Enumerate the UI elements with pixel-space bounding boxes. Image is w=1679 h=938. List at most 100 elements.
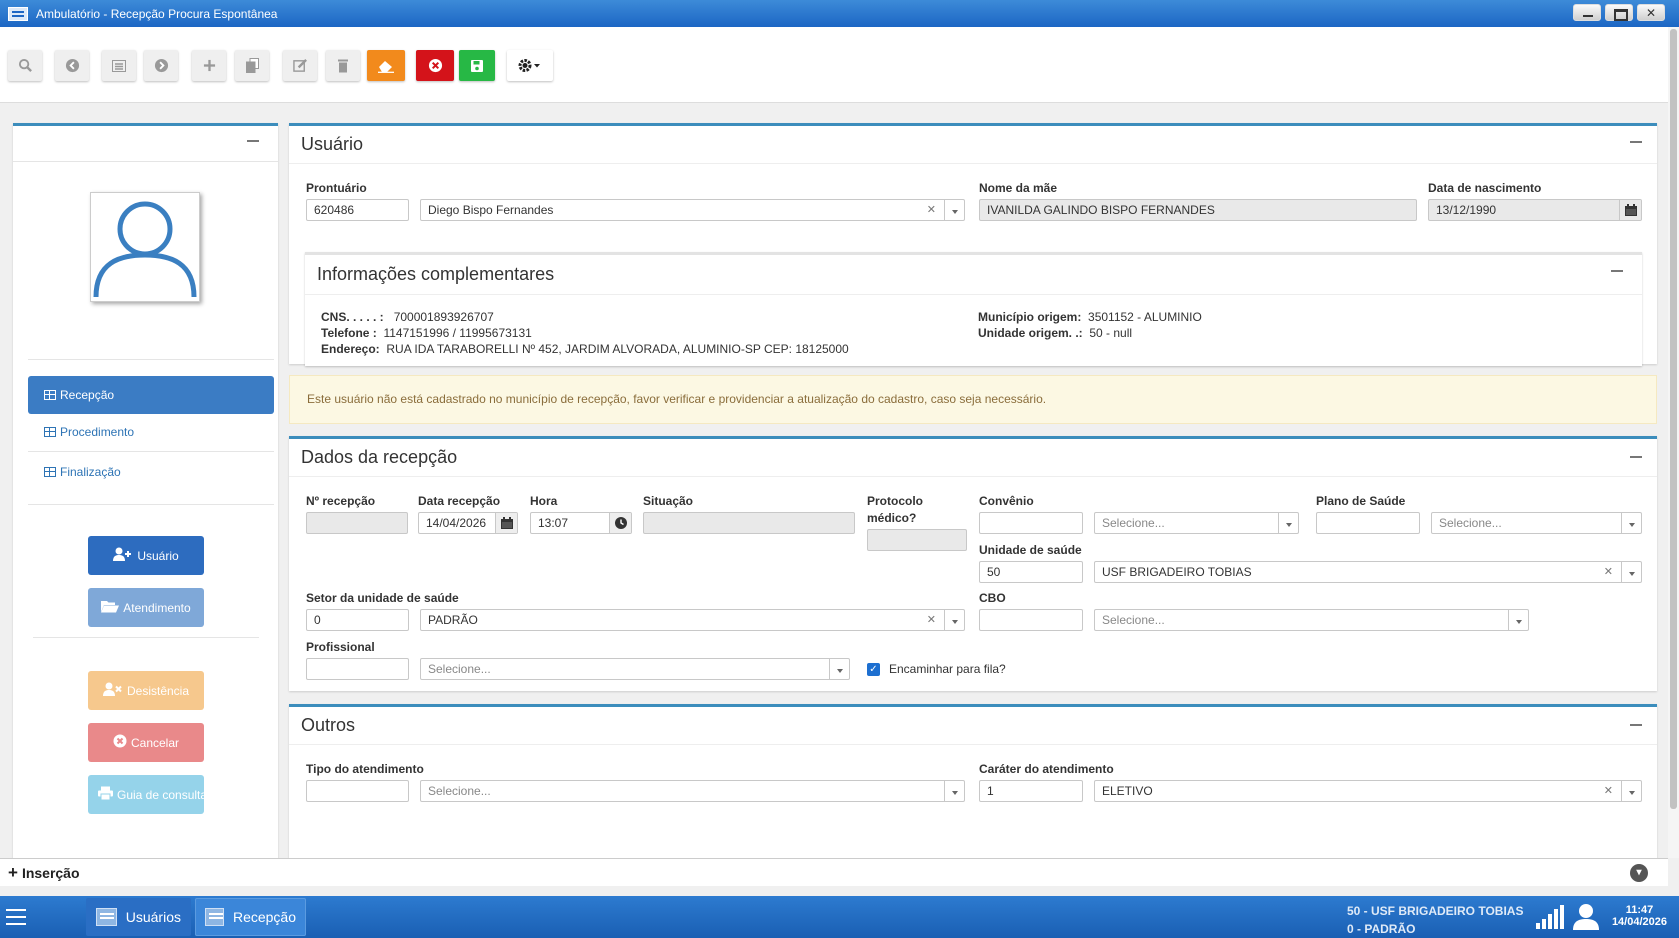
chevron-down-icon[interactable] — [944, 200, 964, 220]
maximize-button[interactable] — [1605, 4, 1633, 21]
copy-button[interactable] — [235, 50, 269, 81]
chevron-down-icon[interactable] — [829, 659, 849, 679]
previous-button[interactable] — [55, 50, 89, 81]
task-usuarios[interactable]: Usuários — [86, 898, 191, 936]
edit-icon — [292, 59, 307, 72]
search-icon — [18, 58, 32, 72]
plano-select[interactable]: Selecione... — [1431, 512, 1642, 534]
collapse-icon[interactable] — [1630, 456, 1642, 458]
clear-icon[interactable]: ✕ — [927, 613, 936, 626]
sidebar-panel: Recepção Procedimento Finalização Usuári… — [13, 123, 278, 858]
collapse-icon[interactable] — [247, 140, 259, 142]
cbo-label: CBO — [979, 591, 1006, 605]
settings-menu-button[interactable] — [507, 50, 553, 81]
unidade-saude-label: Unidade de saúde — [979, 543, 1082, 557]
hora-input[interactable]: 13:07 — [530, 512, 632, 534]
save-button[interactable] — [459, 50, 495, 81]
chevron-down-icon[interactable] — [1621, 781, 1641, 801]
data-recepcao-input[interactable]: 14/04/2026 — [418, 512, 518, 534]
cancelar-button[interactable]: Cancelar — [88, 723, 204, 762]
calendar-icon[interactable] — [1619, 200, 1641, 220]
unidade-origem-label: Unidade origem. .: — [978, 326, 1083, 340]
task-recepcao[interactable]: Recepção — [195, 898, 306, 936]
signal-icon — [1536, 905, 1564, 929]
chevron-down-icon[interactable] — [1621, 562, 1641, 582]
outros-panel: Outros Tipo do atendimento Selecione... … — [289, 704, 1657, 858]
cancel-icon — [428, 58, 442, 73]
mae-label: Nome da mãe — [979, 181, 1058, 195]
save-icon — [471, 59, 483, 72]
plano-code-input[interactable] — [1316, 512, 1420, 534]
clock-icon[interactable] — [609, 513, 631, 533]
unidade-code-input[interactable]: 50 — [979, 561, 1083, 583]
convenio-code-input[interactable] — [979, 512, 1083, 534]
cns-label: CNS. . . . . : — [321, 310, 384, 324]
plano-label: Plano de Saúde — [1316, 494, 1406, 508]
close-window-button[interactable] — [1637, 4, 1665, 21]
guia-consulta-button[interactable]: Guia de consulta — [88, 775, 204, 814]
chevron-down-icon[interactable] — [1508, 610, 1528, 630]
search-button[interactable] — [8, 50, 42, 81]
add-button[interactable] — [192, 50, 226, 81]
eraser-icon — [378, 61, 394, 73]
atendimento-button[interactable]: Atendimento — [88, 588, 204, 627]
sidebar-item-recepcao[interactable]: Recepção — [28, 376, 274, 414]
profissional-label: Profissional — [306, 640, 375, 654]
nome-usuario-select[interactable]: Diego Bispo Fernandes ✕ — [420, 199, 965, 221]
delete-button[interactable] — [326, 50, 360, 81]
n-recepcao-label: Nº recepção — [306, 494, 376, 508]
task-label: Usuários — [125, 909, 181, 925]
cancel-button[interactable] — [416, 50, 454, 81]
cbo-code-input[interactable] — [979, 609, 1083, 631]
window-title: Ambulatório - Recepção Procura Espontâne… — [36, 6, 278, 21]
window-icon — [96, 908, 117, 926]
convenio-label: Convênio — [979, 494, 1034, 508]
convenio-select[interactable]: Selecione... — [1094, 512, 1299, 534]
task-label: Recepção — [232, 909, 296, 925]
setor-select[interactable]: PADRÃO ✕ — [420, 609, 965, 631]
unidade-saude-select[interactable]: USF BRIGADEIRO TOBIAS ✕ — [1094, 561, 1642, 583]
hamburger-menu-icon[interactable] — [6, 909, 26, 925]
tipo-atendimento-select[interactable]: Selecione... — [420, 780, 965, 802]
prontuario-input[interactable]: 620486 — [306, 199, 409, 221]
chevron-down-icon[interactable] — [1278, 513, 1298, 533]
hora-label: Hora — [530, 494, 558, 508]
profissional-select[interactable]: Selecione... — [420, 658, 850, 680]
chevron-down-icon[interactable] — [1621, 513, 1641, 533]
clear-icon[interactable]: ✕ — [1604, 565, 1613, 578]
window-titlebar: Ambulatório - Recepção Procura Espontâne… — [0, 0, 1679, 27]
profissional-code-input[interactable] — [306, 658, 409, 680]
user-icon[interactable] — [1573, 902, 1599, 930]
list-button[interactable] — [102, 50, 136, 81]
carater-code-input[interactable]: 1 — [979, 780, 1083, 802]
sidebar-item-procedimento[interactable]: Procedimento — [28, 413, 274, 451]
encaminhar-checkbox[interactable]: ✓ — [867, 663, 880, 676]
collapse-icon[interactable] — [1630, 141, 1642, 143]
minimize-button[interactable] — [1573, 4, 1601, 21]
collapse-icon[interactable] — [1611, 270, 1623, 272]
desistencia-button[interactable]: Desistência — [88, 671, 204, 710]
usuario-button[interactable]: Usuário — [88, 536, 204, 575]
copy-icon — [245, 58, 259, 73]
chevron-down-icon[interactable] — [944, 610, 964, 630]
panel-title: Informações complementares — [305, 255, 1642, 295]
chevron-down-icon[interactable]: ▾ — [1630, 864, 1648, 882]
edit-button[interactable] — [283, 50, 317, 81]
carater-atendimento-select[interactable]: ELETIVO ✕ — [1094, 780, 1642, 802]
clear-button[interactable] — [367, 50, 405, 81]
cbo-select[interactable]: Selecione... — [1094, 609, 1529, 631]
folder-open-icon — [101, 600, 120, 616]
setor-code-input[interactable]: 0 — [306, 609, 409, 631]
clear-icon[interactable]: ✕ — [927, 203, 936, 216]
unidade-origem-value: 50 - null — [1089, 326, 1133, 340]
clear-icon[interactable]: ✕ — [1604, 784, 1613, 797]
prontuario-label: Prontuário — [306, 181, 367, 195]
sidebar-item-finalizacao[interactable]: Finalização — [28, 453, 274, 491]
collapse-icon[interactable] — [1630, 724, 1642, 726]
dados-recepcao-panel: Dados da recepção Nº recepção Data recep… — [289, 436, 1657, 691]
next-button[interactable] — [144, 50, 178, 81]
chevron-down-icon[interactable] — [944, 781, 964, 801]
calendar-icon[interactable] — [495, 513, 517, 533]
vertical-scrollbar[interactable] — [1668, 27, 1679, 858]
tipo-atendimento-code-input[interactable] — [306, 780, 409, 802]
